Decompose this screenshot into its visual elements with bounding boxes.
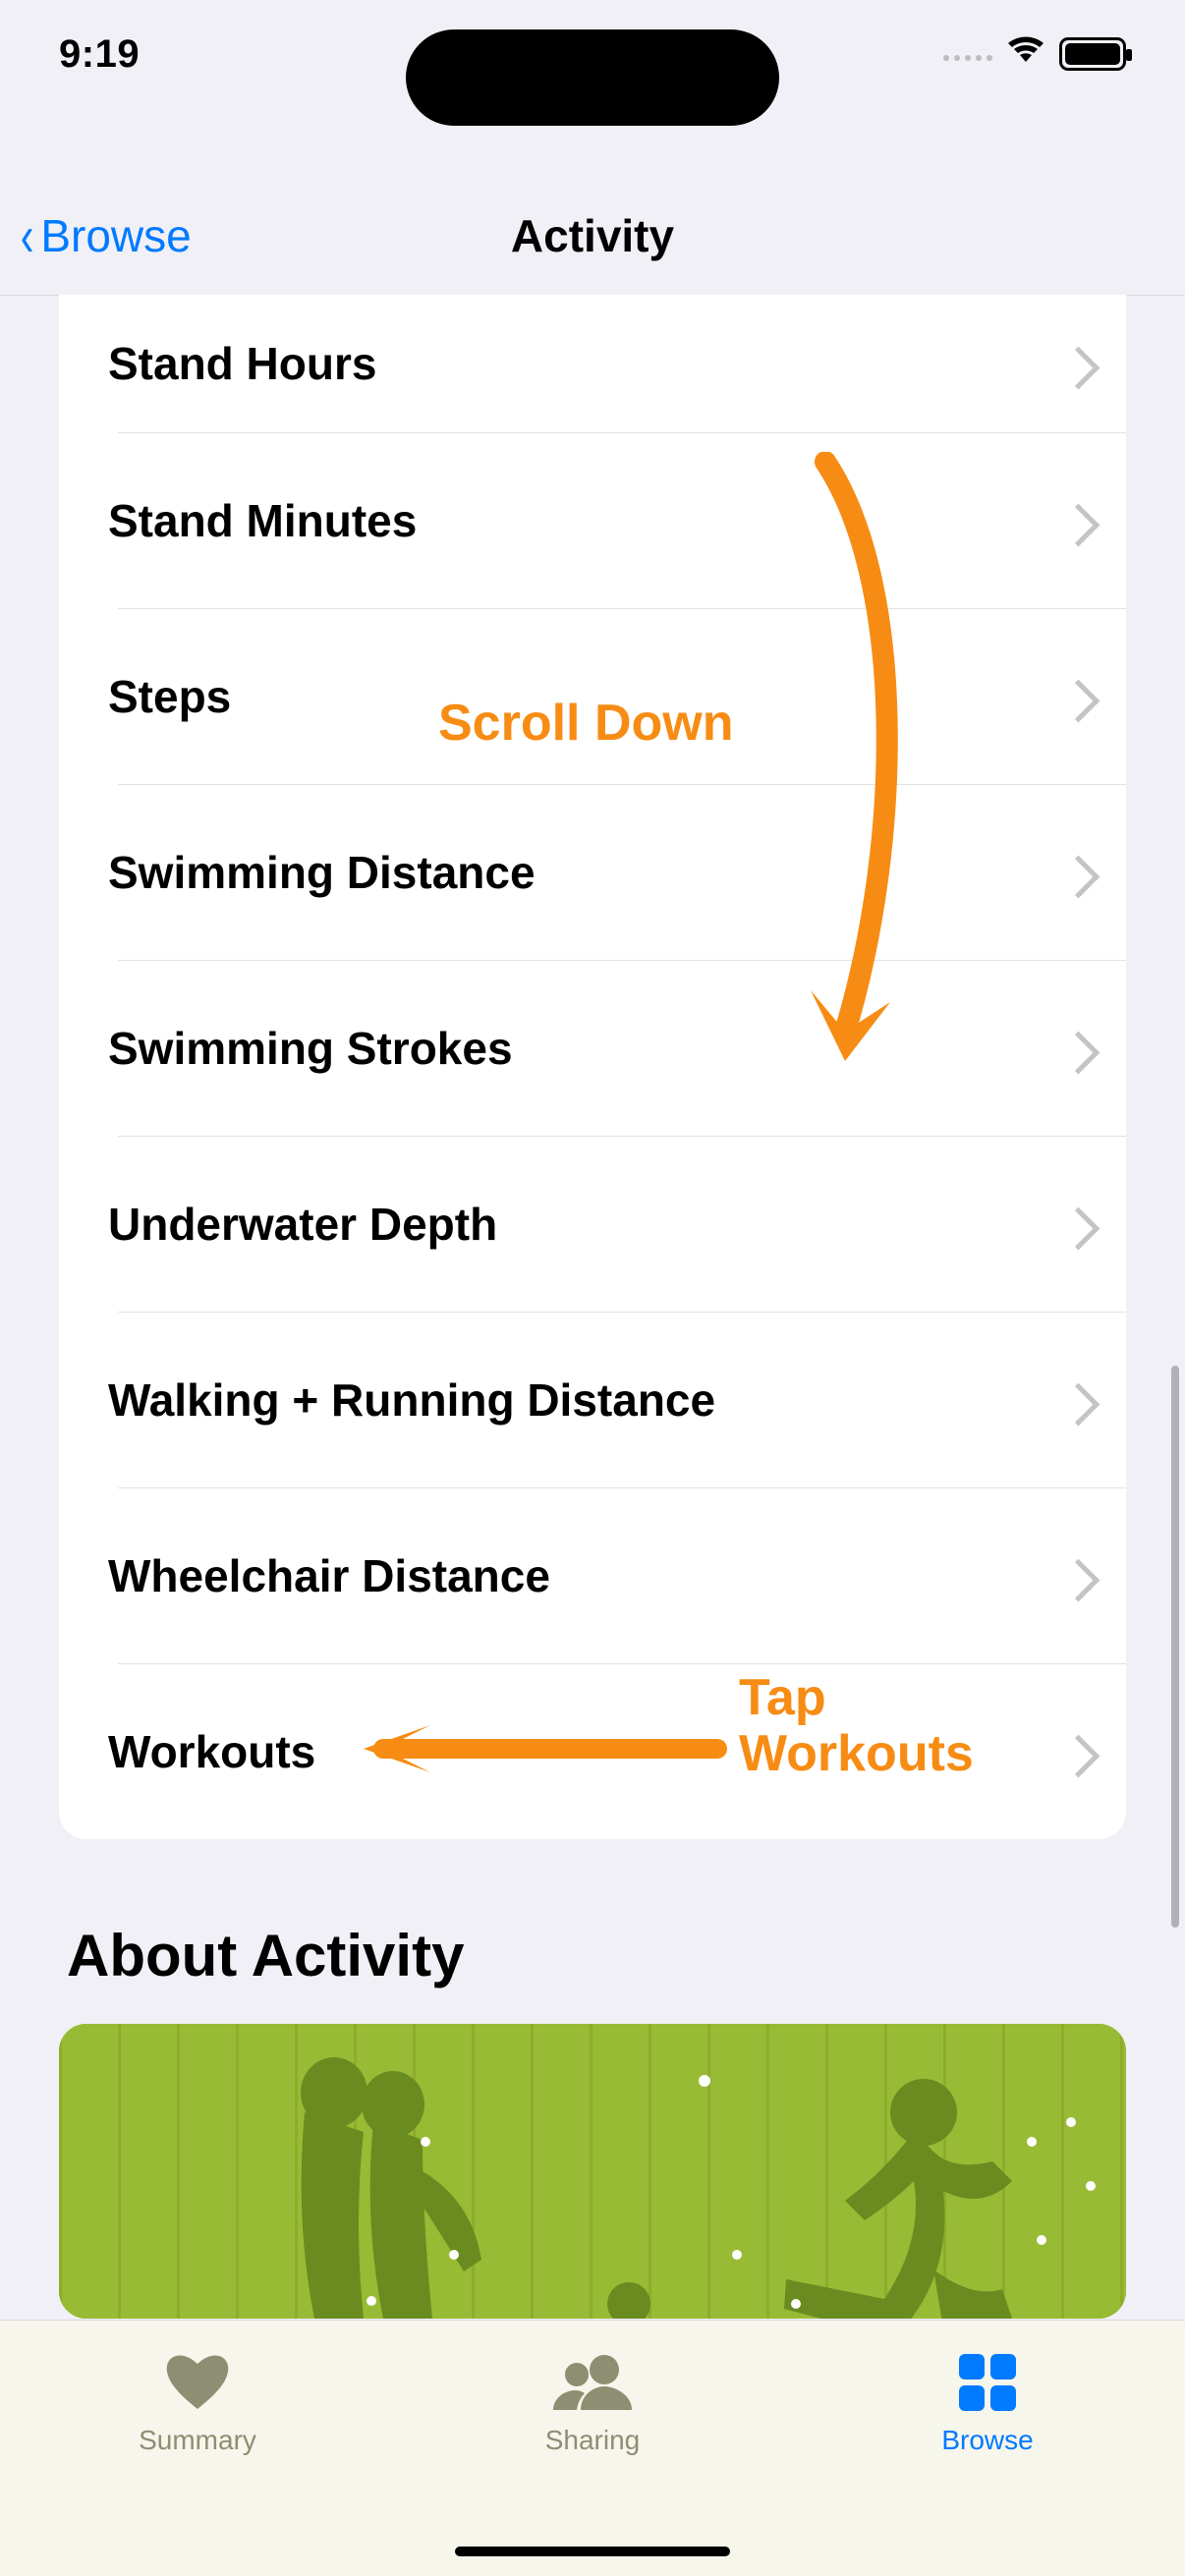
battery-icon	[1059, 37, 1126, 71]
row-wheelchair-distance[interactable]: Wheelchair Distance	[59, 1487, 1126, 1663]
scroll-indicator[interactable]	[1171, 1366, 1179, 1928]
row-underwater-depth[interactable]: Underwater Depth	[59, 1136, 1126, 1312]
row-label: Steps	[108, 670, 231, 723]
tab-label: Sharing	[545, 2425, 641, 2456]
nav-bar: ‹ Browse Activity	[0, 177, 1185, 296]
row-label: Workouts	[108, 1725, 315, 1778]
row-label: Underwater Depth	[108, 1198, 497, 1251]
about-activity-header: About Activity	[67, 1922, 464, 1989]
row-label: Stand Hours	[108, 337, 376, 390]
chevron-left-icon: ‹	[21, 203, 34, 269]
row-label: Swimming Distance	[108, 846, 536, 899]
row-stand-minutes[interactable]: Stand Minutes	[59, 432, 1126, 608]
row-swimming-strokes[interactable]: Swimming Strokes	[59, 960, 1126, 1136]
row-stand-hours[interactable]: Stand Hours	[59, 295, 1126, 432]
people-icon	[547, 2348, 638, 2417]
row-label: Swimming Strokes	[108, 1022, 513, 1075]
chevron-right-icon	[1057, 1206, 1100, 1250]
status-time: 9:19	[59, 32, 140, 77]
cellular-dots-icon	[943, 47, 992, 61]
tab-label: Summary	[139, 2425, 256, 2456]
about-activity-card[interactable]	[59, 2024, 1126, 2319]
dynamic-island	[406, 29, 779, 126]
home-indicator[interactable]	[455, 2547, 730, 2556]
row-swimming-distance[interactable]: Swimming Distance	[59, 784, 1126, 960]
chevron-right-icon	[1057, 679, 1100, 722]
back-label: Browse	[40, 209, 191, 262]
tab-sharing[interactable]: Sharing	[395, 2321, 790, 2576]
back-button[interactable]: ‹ Browse	[18, 203, 192, 269]
status-right	[943, 36, 1126, 72]
chevron-right-icon	[1057, 1382, 1100, 1426]
chevron-right-icon	[1057, 503, 1100, 546]
tab-label: Browse	[941, 2425, 1033, 2456]
annotation-tap-text: Tap Workouts	[739, 1670, 974, 1782]
annotation-scroll-text: Scroll Down	[438, 696, 733, 752]
row-label: Wheelchair Distance	[108, 1549, 550, 1602]
row-label: Stand Minutes	[108, 494, 417, 547]
status-bar: 9:19	[0, 0, 1185, 108]
chevron-right-icon	[1057, 1031, 1100, 1074]
tab-bar: Summary Sharing Browse	[0, 2320, 1185, 2576]
chevron-right-icon	[1057, 1734, 1100, 1777]
activity-list[interactable]: Stand Hours Stand Minutes Steps Swimming…	[59, 295, 1126, 1839]
heart-icon	[163, 2348, 232, 2417]
nav-title: Activity	[511, 209, 674, 262]
grid-icon	[957, 2348, 1018, 2417]
tab-summary[interactable]: Summary	[0, 2321, 395, 2576]
activity-illustration	[59, 2024, 1126, 2319]
chevron-right-icon	[1057, 1558, 1100, 1601]
wifi-icon	[1006, 36, 1045, 72]
chevron-right-icon	[1057, 347, 1100, 390]
chevron-right-icon	[1057, 855, 1100, 898]
tab-browse[interactable]: Browse	[790, 2321, 1185, 2576]
row-label: Walking + Running Distance	[108, 1373, 715, 1427]
row-walking-running-distance[interactable]: Walking + Running Distance	[59, 1312, 1126, 1487]
